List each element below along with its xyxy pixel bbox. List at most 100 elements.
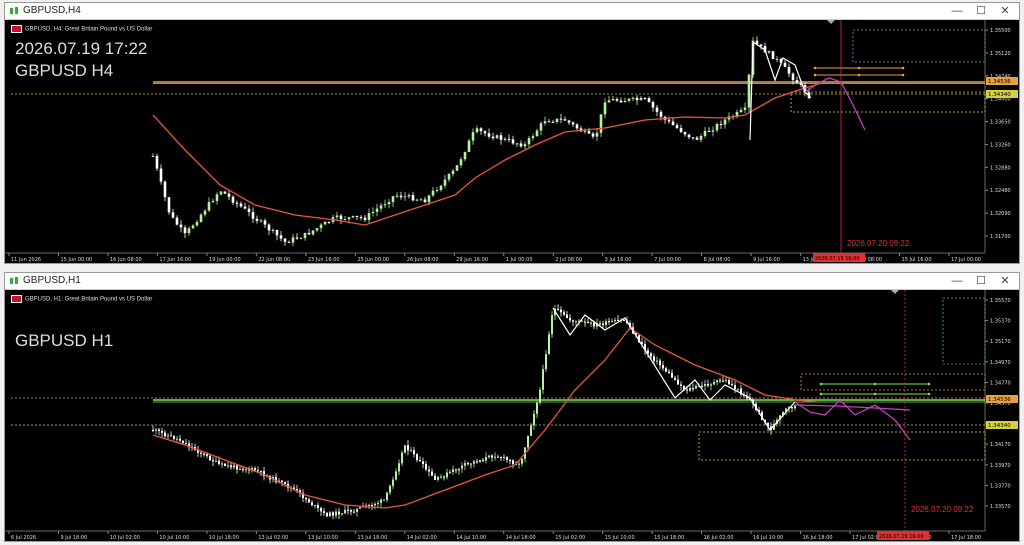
candle-bull xyxy=(375,208,379,212)
candle-bull xyxy=(743,107,747,110)
zigzag-line xyxy=(749,40,812,141)
candle-bull xyxy=(227,465,229,467)
candle-bear xyxy=(643,97,647,99)
candle-bull xyxy=(351,215,355,218)
price-chart-h1[interactable]: 1.35570 1.35370 1.35170 1.34970 1.34770 1.345… xyxy=(5,290,1019,541)
price-tick-label: 1.33650 xyxy=(990,120,1011,126)
candle-bear xyxy=(587,130,591,134)
candle-bull xyxy=(775,58,779,60)
candle-bull xyxy=(259,220,263,222)
candle-bull xyxy=(319,224,323,229)
minimize-icon[interactable]: — xyxy=(945,273,969,289)
candle-bear xyxy=(679,127,683,133)
candle-bull xyxy=(614,319,616,322)
candle-bull xyxy=(467,140,471,153)
candle-bear xyxy=(701,385,703,387)
candle-bear xyxy=(223,191,227,194)
chart-shift-marker xyxy=(891,290,899,294)
candle-bear xyxy=(602,323,604,325)
time-tick-label: 15 Jul 02:00 xyxy=(555,535,585,541)
close-icon[interactable]: ✕ xyxy=(993,3,1017,19)
window-titlebar[interactable]: GBPUSD,H1 — ☐ ✕ xyxy=(5,273,1019,290)
candle-bull xyxy=(531,136,535,139)
candle-bull xyxy=(459,159,463,166)
chart-header-text: GBPUSD, H1: Great Britain Pound vs US Do… xyxy=(25,296,153,303)
candle-bull xyxy=(539,123,543,131)
candle-bull xyxy=(219,191,223,195)
chart-window-h4[interactable]: GBPUSD,H4 — ☐ ✕ 1.35500 1.35120 1.34740 1.3… xyxy=(4,2,1020,264)
window-title: GBPUSD,H4 xyxy=(23,5,81,16)
candle-bull xyxy=(407,195,411,197)
price-tick-label: 1.35170 xyxy=(990,339,1011,345)
window-titlebar[interactable]: GBPUSD,H4 — ☐ ✕ xyxy=(5,3,1019,20)
candle-bear xyxy=(209,455,211,461)
candle-bear xyxy=(455,469,457,471)
candle-bear xyxy=(212,460,214,462)
datetime-label: 2026.07.19 17:22 xyxy=(15,39,148,58)
candle-bear xyxy=(671,372,673,378)
time-tick-label: 10 Jul 18:00 xyxy=(209,535,239,541)
zone-box xyxy=(698,431,986,461)
close-icon[interactable]: ✕ xyxy=(993,273,1017,289)
candle-bull xyxy=(383,204,387,206)
price-chart-h4[interactable]: 1.355001.351201.347401.344001.336501.332… xyxy=(5,20,1019,263)
candle-bear xyxy=(467,463,469,465)
candle-bull xyxy=(207,202,211,211)
candle-bull xyxy=(455,165,459,171)
candle-bull xyxy=(215,460,217,462)
time-tick-label: 22 Jun 08:00 xyxy=(258,257,290,263)
candle-bear xyxy=(179,224,183,228)
minimize-icon[interactable]: — xyxy=(945,3,969,19)
candle-bull xyxy=(415,199,419,201)
time-tick-label: 11 Jun 2026 xyxy=(11,257,41,263)
candle-bull xyxy=(703,130,707,136)
candle-bear xyxy=(243,206,247,209)
candle-bull xyxy=(437,476,439,480)
candle-bull xyxy=(199,214,203,222)
bracket-dot xyxy=(813,73,817,77)
candle-bear xyxy=(653,356,655,361)
chart-window-h1[interactable]: GBPUSD,H1 — ☐ ✕ 1.35570 1.35370 1.35170 1.3… xyxy=(4,272,1020,542)
candle-bear xyxy=(284,481,286,484)
chart-window-icon xyxy=(10,277,18,284)
candle-bear xyxy=(179,438,181,441)
candle-bull xyxy=(379,205,383,209)
candle-bull xyxy=(195,221,199,226)
candle-bull xyxy=(473,461,475,464)
time-tick-label: 16 Jul 10:00 xyxy=(753,535,783,541)
candle-bear xyxy=(683,132,687,135)
price-tick-label: 1.33770 xyxy=(990,483,1011,489)
candle-bear xyxy=(359,217,363,219)
candle-bull xyxy=(395,471,397,480)
candle-bull xyxy=(446,472,448,478)
candle-bear xyxy=(734,385,736,389)
candle-bear xyxy=(686,389,688,391)
candle-bear xyxy=(675,125,679,128)
candle-bear xyxy=(563,119,567,121)
candle-bull xyxy=(315,228,319,231)
candle-bull xyxy=(386,492,388,500)
candle-bear xyxy=(218,460,220,464)
candle-bear xyxy=(339,215,343,220)
cursor-time-label: 2026.07.20 09:22 xyxy=(911,505,974,514)
candle-bear xyxy=(507,138,511,140)
maximize-icon[interactable]: ☐ xyxy=(969,273,993,289)
candle-bear xyxy=(251,212,255,219)
candle-bear xyxy=(326,512,328,517)
candle-bull xyxy=(392,479,394,486)
price-badge: 1.34536 xyxy=(988,397,1011,403)
candle-bear xyxy=(263,220,267,225)
candle-bull xyxy=(299,238,303,240)
candle-bear xyxy=(695,137,699,140)
maximize-icon[interactable]: ☐ xyxy=(969,3,993,19)
candle-bear xyxy=(338,511,340,515)
bracket-dot xyxy=(819,382,823,386)
candle-bull xyxy=(605,321,607,325)
candle-bear xyxy=(425,464,427,470)
candle-bear xyxy=(347,509,349,511)
chart-window-icon xyxy=(10,7,18,14)
candle-bull xyxy=(303,232,307,239)
candle-bear xyxy=(680,384,682,386)
price-tick-label: 1.34770 xyxy=(990,380,1011,386)
candle-bear xyxy=(731,384,733,386)
